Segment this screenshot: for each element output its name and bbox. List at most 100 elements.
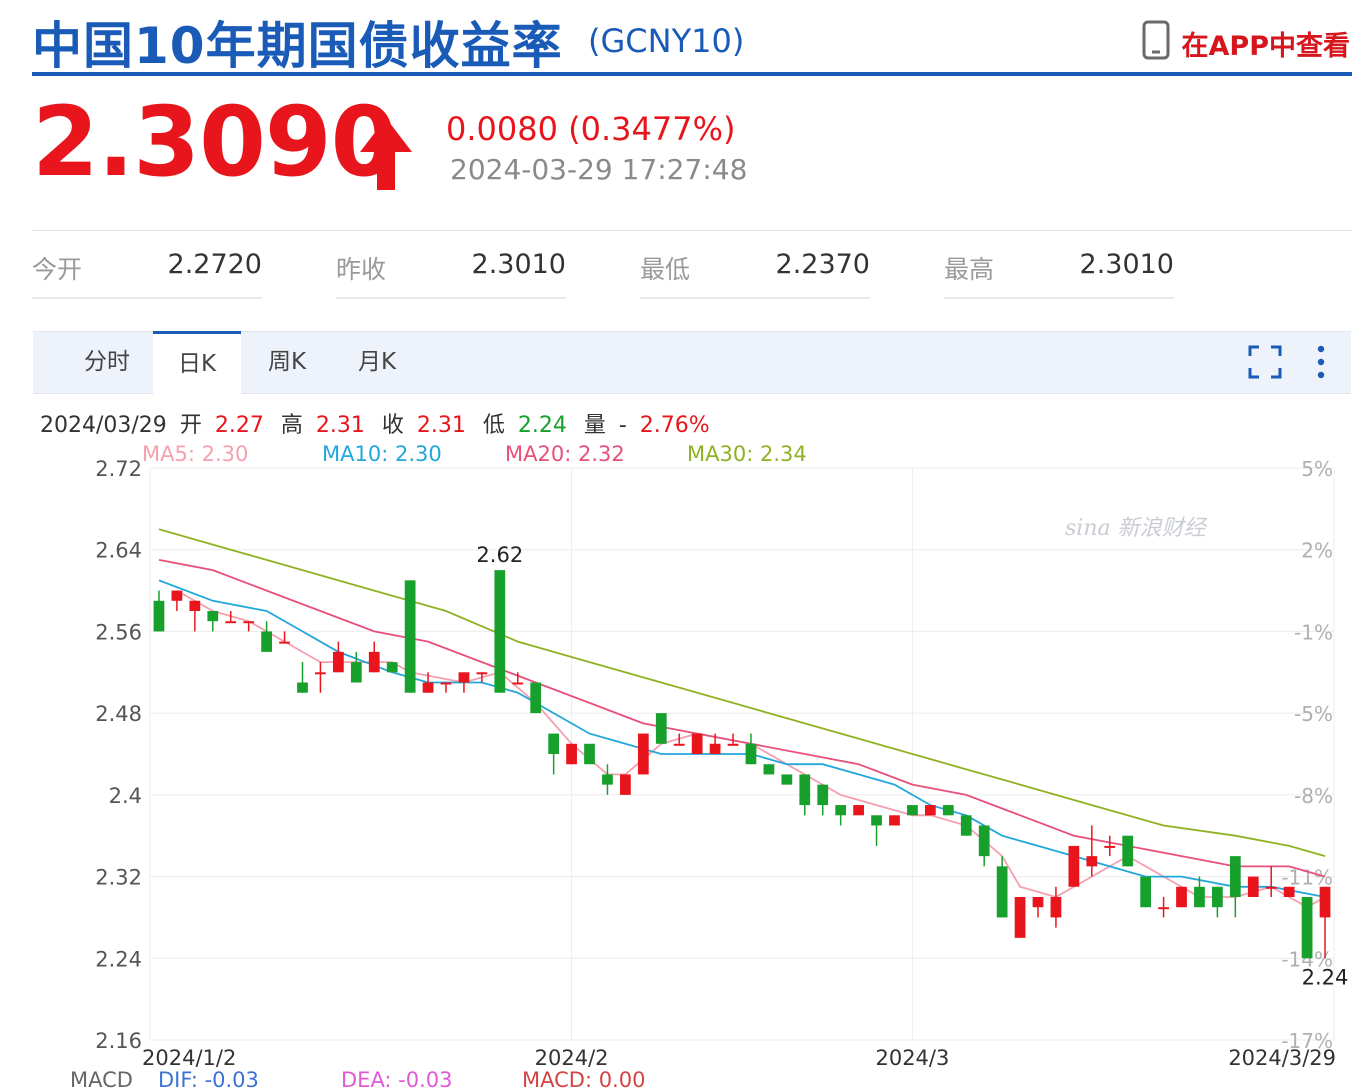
candle-body — [1158, 907, 1169, 910]
ohlc-low-value: 2.24 — [518, 413, 567, 438]
candle-body — [745, 743, 757, 765]
candle-body — [1086, 856, 1098, 867]
candle-body — [476, 672, 488, 675]
candle-body — [924, 805, 936, 816]
ohlc-volume-label: 量 — [584, 413, 606, 438]
candle-body — [727, 743, 739, 746]
candle-body — [1014, 897, 1026, 938]
ohlc-summary: 2024/03/29 开 2.27 高 2.31 收 2.31 低 2.24 量… — [40, 413, 710, 438]
candle-body — [548, 733, 560, 754]
y-tick-label: 2.64 — [95, 539, 142, 563]
y-axis-left: 2.72 2.64 2.56 2.48 2.4 2.32 2.24 2.16 — [95, 457, 142, 1053]
candle-body — [620, 774, 631, 795]
y-right-tick-label: -5% — [1294, 702, 1333, 726]
candle-body — [691, 733, 703, 754]
candle-body — [709, 743, 721, 754]
candle-body — [781, 774, 793, 785]
candle-body — [368, 651, 380, 673]
candle-body — [1122, 835, 1134, 867]
y-right-tick-label: -1% — [1294, 620, 1333, 644]
ma5-legend: MA5: 2.30 — [142, 442, 248, 466]
candle-body — [673, 743, 685, 746]
candle-body — [1283, 886, 1295, 897]
candle-body — [315, 672, 326, 675]
sina-watermark-logo: sina 新浪财经 — [1065, 516, 1208, 541]
candle-body — [1140, 876, 1152, 908]
y-tick-label: 2.4 — [109, 784, 142, 808]
candle-body — [1068, 845, 1080, 887]
candle-body — [404, 580, 416, 693]
candle-body — [225, 621, 237, 624]
candle-body — [1032, 897, 1044, 908]
ohlc-open-label: 开 — [180, 413, 202, 438]
ma10-legend: MA10: 2.30 — [322, 442, 442, 466]
x-tick-label: 2024/3 — [875, 1046, 949, 1070]
macd-dea: DEA: -0.03 — [341, 1068, 453, 1090]
candle-body — [297, 682, 308, 693]
candle-body — [332, 651, 344, 673]
ma-line-ma20 — [158, 559, 1326, 878]
candle-body — [494, 570, 506, 693]
macd-value: MACD: 0.00 — [522, 1068, 645, 1090]
candle-body — [853, 805, 864, 816]
y-right-tick-label: 5% — [1301, 457, 1333, 481]
candle-body — [1104, 845, 1116, 848]
candle-body — [422, 682, 434, 693]
candle-body — [1229, 856, 1241, 897]
candle-body — [889, 815, 900, 826]
candle-body — [655, 713, 667, 744]
candle-body — [440, 682, 452, 685]
candle-body — [1265, 886, 1277, 889]
y-tick-label: 2.48 — [95, 702, 142, 726]
candle-body — [1319, 886, 1331, 918]
candle-body — [835, 805, 847, 816]
candle-body — [1247, 876, 1259, 897]
candle-body — [243, 621, 255, 624]
candle-body — [1212, 886, 1223, 908]
ma30-legend: MA30: 2.34 — [687, 442, 807, 466]
candle-body — [1194, 886, 1205, 908]
candle-body — [458, 672, 470, 683]
x-tick-label: 2024/3/29 — [1228, 1046, 1336, 1070]
candle-body — [942, 805, 954, 816]
candle-body — [817, 784, 829, 806]
ohlc-date: 2024/03/29 — [40, 413, 167, 438]
extreme-value-label: 2.62 — [476, 543, 523, 567]
y-right-tick-label: -11% — [1281, 866, 1333, 890]
y-axis-right: 5%2%-1%-5%-8%-11%-14%-17% — [1281, 457, 1333, 1053]
candle-body — [566, 743, 577, 765]
y-tick-label: 2.32 — [95, 866, 142, 890]
candle-body — [386, 662, 398, 673]
candle-body — [907, 805, 918, 816]
x-tick-label: 2024/1/2 — [142, 1046, 236, 1070]
macd-legend: MACD DIF: -0.03 DEA: -0.03 MACD: 0.00 — [70, 1068, 645, 1090]
ma-legend: MA5: 2.30 MA10: 2.30 MA20: 2.32 MA30: 2.… — [142, 442, 807, 466]
candle-body — [207, 611, 219, 622]
ohlc-close-label: 收 — [382, 413, 404, 438]
y-tick-label: 2.16 — [95, 1029, 142, 1053]
ohlc-open-value: 2.27 — [215, 413, 264, 438]
y-tick-label: 2.56 — [95, 620, 142, 644]
ohlc-high-label: 高 — [281, 413, 303, 438]
candle-body — [637, 733, 649, 775]
candle-body — [153, 600, 165, 632]
y-right-tick-label: -8% — [1294, 784, 1333, 808]
ma-lines — [158, 528, 1326, 909]
ma20-legend: MA20: 2.32 — [505, 442, 625, 466]
ohlc-volume-value: - — [619, 413, 627, 438]
candle-body — [871, 815, 882, 826]
candle-body — [602, 774, 613, 785]
candle-body — [996, 866, 1008, 918]
candle-body — [978, 825, 990, 857]
candle-body — [960, 815, 972, 836]
ohlc-close-value: 2.31 — [417, 413, 466, 438]
candle-body — [1050, 897, 1062, 918]
macd-dif: DIF: -0.03 — [158, 1068, 259, 1090]
candle-body — [530, 682, 542, 714]
candle-body — [171, 590, 183, 601]
candle-body — [350, 662, 362, 683]
candle-body — [1301, 897, 1313, 959]
y-right-tick-label: 2% — [1301, 539, 1333, 563]
candle-body — [279, 641, 290, 644]
candle-body — [512, 682, 524, 685]
